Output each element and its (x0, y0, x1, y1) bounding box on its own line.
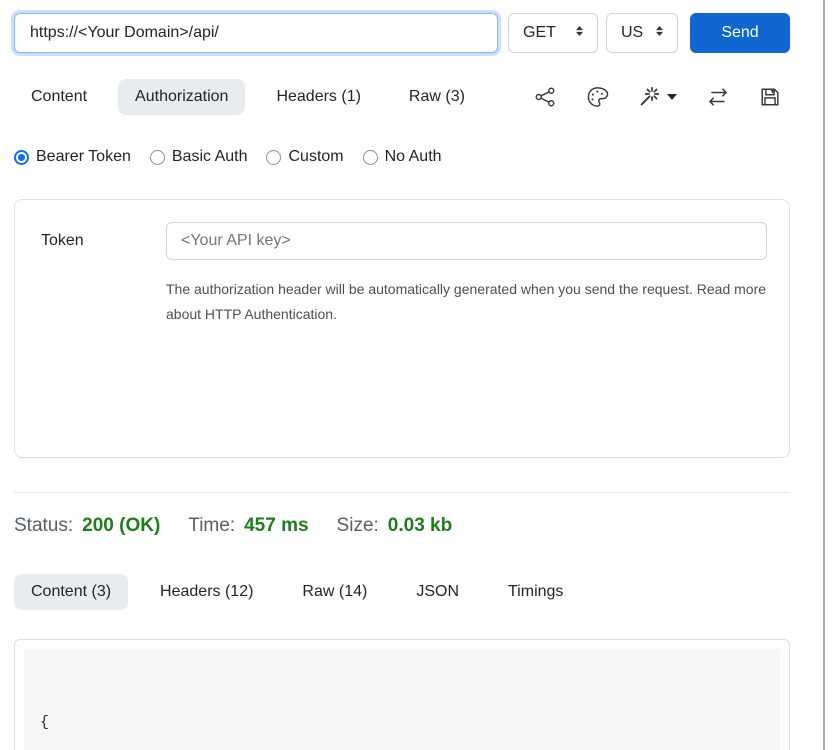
token-field-label: Token (41, 232, 166, 250)
size-pair: Size: 0.03 kb (337, 515, 453, 537)
request-tabs: Content Authorization Headers (1) Raw (3… (14, 79, 482, 115)
theme-button[interactable] (586, 85, 609, 109)
url-input[interactable] (14, 13, 498, 53)
auth-option-label: Bearer Token (36, 148, 131, 166)
time-label: Time: (188, 515, 235, 537)
share-nodes-icon (534, 85, 557, 109)
auth-option-basic-auth[interactable]: Basic Auth (150, 148, 248, 166)
region-select-value: US (621, 24, 643, 42)
radio-unchecked-icon[interactable] (266, 150, 281, 165)
send-button[interactable]: Send (690, 13, 790, 53)
response-tab-content[interactable]: Content (3) (14, 574, 128, 610)
response-body-container: { "message": "API running." } (14, 639, 790, 750)
tab-authorization[interactable]: Authorization (118, 79, 245, 115)
api-tester-app: GET US Send Content Authorization Header… (14, 0, 790, 750)
response-tab-headers[interactable]: Headers (12) (143, 574, 270, 610)
palette-icon (586, 85, 609, 109)
auth-option-bearer-token[interactable]: Bearer Token (14, 148, 131, 166)
response-tab-json[interactable]: JSON (399, 574, 476, 610)
region-select[interactable]: US (606, 13, 678, 53)
tab-raw[interactable]: Raw (3) (392, 79, 482, 115)
code-open-brace: { (40, 710, 764, 735)
auth-option-label: Custom (288, 148, 343, 166)
request-bar: GET US Send (14, 13, 790, 53)
auth-option-label: No Auth (385, 148, 442, 166)
token-input[interactable] (166, 222, 767, 260)
token-help-text: The authorization header will be automat… (166, 277, 767, 327)
status-label: Status: (14, 515, 73, 537)
tab-headers[interactable]: Headers (1) (259, 79, 377, 115)
status-pair: Status: 200 (OK) (14, 515, 160, 537)
swap-request-button[interactable] (706, 85, 730, 109)
response-json-code: { "message": "API running." } (24, 649, 780, 750)
token-field-row: Token (41, 222, 767, 260)
response-tab-timings[interactable]: Timings (491, 574, 580, 610)
save-icon (759, 85, 781, 109)
method-select[interactable]: GET (508, 13, 598, 53)
share-button[interactable] (534, 85, 557, 109)
request-tabs-toolbar: Content Authorization Headers (1) Raw (3… (14, 79, 790, 115)
radio-checked-icon[interactable] (14, 150, 29, 165)
size-value: 0.03 kb (388, 515, 452, 537)
section-divider (14, 492, 790, 493)
up-down-arrows-icon (654, 24, 665, 43)
request-toolbar (534, 85, 790, 109)
chevron-down-icon (667, 94, 677, 100)
auth-option-no-auth[interactable]: No Auth (363, 148, 442, 166)
tab-content[interactable]: Content (14, 79, 104, 115)
radio-unchecked-icon[interactable] (363, 150, 378, 165)
auth-option-custom[interactable]: Custom (266, 148, 343, 166)
magic-wand-dropdown-button[interactable] (638, 85, 677, 109)
response-tabs: Content (3) Headers (12) Raw (14) JSON T… (14, 574, 790, 610)
auth-option-label: Basic Auth (172, 148, 248, 166)
response-summary: Status: 200 (OK) Time: 457 ms Size: 0.03… (14, 515, 790, 537)
bearer-token-panel: Token The authorization header will be a… (14, 199, 790, 458)
response-tab-raw[interactable]: Raw (14) (285, 574, 384, 610)
up-down-arrows-icon (574, 24, 585, 43)
status-value: 200 (OK) (82, 515, 160, 537)
time-pair: Time: 457 ms (188, 515, 308, 537)
page-right-border (823, 0, 825, 750)
method-select-value: GET (523, 24, 556, 42)
auth-type-options: Bearer Token Basic Auth Custom No Auth (14, 148, 790, 166)
radio-unchecked-icon[interactable] (150, 150, 165, 165)
swap-arrows-icon (706, 85, 730, 109)
time-value: 457 ms (244, 515, 308, 537)
magic-wand-icon (638, 85, 662, 109)
save-request-button[interactable] (759, 85, 781, 109)
size-label: Size: (337, 515, 379, 537)
